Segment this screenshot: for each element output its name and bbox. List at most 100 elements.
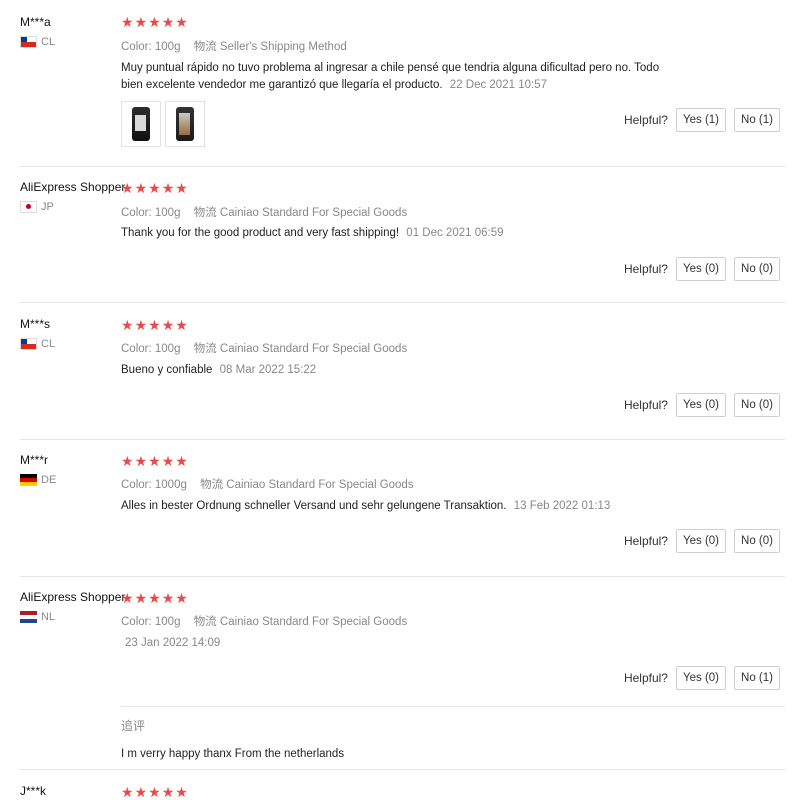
shipping-label: 物流: [200, 479, 224, 491]
helpful-no-button[interactable]: No (0): [734, 393, 780, 417]
reviewer-name: J***k: [20, 784, 47, 798]
star-icon: ★: [161, 317, 175, 333]
shipping-value: Cainiao Standard For Special Goods: [219, 616, 408, 628]
helpful-yes-button[interactable]: Yes (0): [675, 529, 726, 553]
helpful-label: Helpful?: [623, 262, 668, 276]
helpful-yes-button[interactable]: Yes (0): [675, 393, 726, 417]
star-rating: ★ ★ ★ ★ ★: [121, 785, 188, 799]
star-icon: ★: [148, 14, 161, 30]
reviewer-name: AliExpress Shopper: [20, 180, 126, 194]
reviewer-name: M***a: [20, 15, 51, 29]
followup-divider: [121, 706, 785, 707]
review-body: Bueno y confiable: [121, 364, 213, 376]
review-item: J***k ★ ★ ★ ★ ★: [0, 784, 785, 800]
star-icon: ★: [175, 453, 188, 469]
country-code: CL: [41, 338, 56, 350]
review-sku-info: Color: 100g 物流 Seller's Shipping Method: [121, 38, 347, 54]
star-icon: ★: [161, 784, 175, 800]
star-rating: ★ ★ ★ ★ ★: [121, 591, 188, 605]
country-code: NL: [41, 611, 56, 623]
star-icon: ★: [121, 317, 134, 333]
star-icon: ★: [134, 180, 148, 196]
color-label: Color:: [121, 41, 152, 53]
review-item: M***r DE ★ ★ ★ ★ ★ Color: 1000g 物流 Cainiao S…: [0, 453, 785, 577]
review-body: Muy puntual rápido no tuvo problema al i…: [121, 62, 660, 91]
review-text: 23 Jan 2022 14:09: [121, 635, 681, 652]
chile-flag-icon: [20, 36, 37, 48]
reviewer-country: CL: [20, 338, 55, 350]
shipping-label: 物流: [193, 41, 217, 53]
reviewer-name: M***s: [20, 317, 51, 331]
helpful-no-button[interactable]: No (0): [734, 257, 780, 281]
helpful-vote: Helpful? Yes (0) No (0): [624, 393, 780, 417]
star-icon: ★: [161, 590, 175, 606]
star-icon: ★: [148, 590, 161, 606]
review-divider: [20, 302, 785, 303]
star-icon: ★: [121, 180, 134, 196]
review-date: 08 Mar 2022 15:22: [219, 364, 317, 376]
followup-review: 追评 I m verry happy thanx From the nether…: [121, 706, 785, 760]
color-value: 100g: [154, 616, 181, 628]
star-icon: ★: [175, 317, 188, 333]
star-icon: ★: [161, 453, 175, 469]
color-value: 1000g: [154, 479, 187, 491]
shipping-value: Cainiao Standard For Special Goods: [219, 207, 408, 219]
color-label: Color:: [121, 479, 152, 491]
star-icon: ★: [134, 14, 148, 30]
color-label: Color:: [121, 207, 152, 219]
helpful-no-button[interactable]: No (1): [734, 666, 780, 690]
review-text: Bueno y confiable 08 Mar 2022 15:22: [121, 362, 681, 379]
helpful-yes-button[interactable]: Yes (1): [675, 108, 726, 132]
helpful-no-button[interactable]: No (1): [734, 108, 780, 132]
country-code: CL: [41, 36, 56, 48]
shipping-value: Cainiao Standard For Special Goods: [226, 479, 414, 491]
country-code: JP: [41, 201, 54, 213]
star-icon: ★: [121, 784, 134, 800]
star-icon: ★: [148, 784, 161, 800]
star-icon: ★: [121, 590, 134, 606]
star-rating: ★ ★ ★ ★ ★: [121, 454, 188, 468]
helpful-no-button[interactable]: No (0): [734, 529, 780, 553]
japan-flag-icon: [20, 201, 37, 213]
netherlands-flag-icon: [20, 611, 37, 623]
star-icon: ★: [134, 784, 148, 800]
review-sku-info: Color: 100g 物流 Cainiao Standard For Spec…: [121, 204, 407, 220]
helpful-vote: Helpful? Yes (0) No (0): [624, 529, 780, 553]
reviewer-name: M***r: [20, 453, 49, 467]
review-photos: [121, 101, 205, 147]
helpful-vote: Helpful? Yes (0) No (1): [624, 666, 780, 690]
star-icon: ★: [175, 784, 188, 800]
review-divider: [20, 576, 785, 577]
star-icon: ★: [175, 590, 188, 606]
country-code: DE: [41, 474, 57, 486]
helpful-label: Helpful?: [623, 671, 668, 685]
helpful-label: Helpful?: [623, 534, 668, 548]
review-photo-thumbnail[interactable]: [121, 101, 161, 147]
star-rating: ★ ★ ★ ★ ★: [121, 318, 188, 332]
shipping-value: Seller's Shipping Method: [219, 41, 347, 53]
review-date: 22 Dec 2021 10:57: [449, 79, 547, 91]
shipping-label: 物流: [193, 343, 217, 355]
color-label: Color:: [121, 616, 152, 628]
reviewer-country: CL: [20, 36, 55, 48]
helpful-yes-button[interactable]: Yes (0): [675, 666, 726, 690]
review-text: Thank you for the good product and very …: [121, 225, 681, 242]
review-date: 13 Feb 2022 01:13: [513, 500, 611, 512]
review-body: Thank you for the good product and very …: [121, 227, 400, 239]
star-icon: ★: [121, 453, 134, 469]
review-item: AliExpress Shopper JP ★ ★ ★ ★ ★ Color: 100g …: [0, 180, 785, 303]
color-value: 100g: [154, 41, 181, 53]
review-text: Alles in bester Ordnung schneller Versan…: [121, 498, 681, 515]
helpful-vote: Helpful? Yes (1) No (1): [624, 108, 780, 132]
helpful-yes-button[interactable]: Yes (0): [675, 257, 726, 281]
review-photo-thumbnail[interactable]: [165, 101, 205, 147]
star-rating: ★ ★ ★ ★ ★: [121, 15, 188, 29]
reviewer-name: AliExpress Shopper: [20, 590, 126, 604]
color-label: Color:: [121, 343, 152, 355]
color-value: 100g: [154, 343, 181, 355]
shipping-value: Cainiao Standard For Special Goods: [219, 343, 408, 355]
review-date: 01 Dec 2021 06:59: [406, 227, 504, 239]
helpful-vote: Helpful? Yes (0) No (0): [624, 257, 780, 281]
review-item: M***a CL ★ ★ ★ ★ ★ Color: 100g 物流 Seller's S…: [0, 15, 785, 167]
review-item: AliExpress Shopper NL ★ ★ ★ ★ ★ Color: 100g …: [0, 590, 785, 770]
